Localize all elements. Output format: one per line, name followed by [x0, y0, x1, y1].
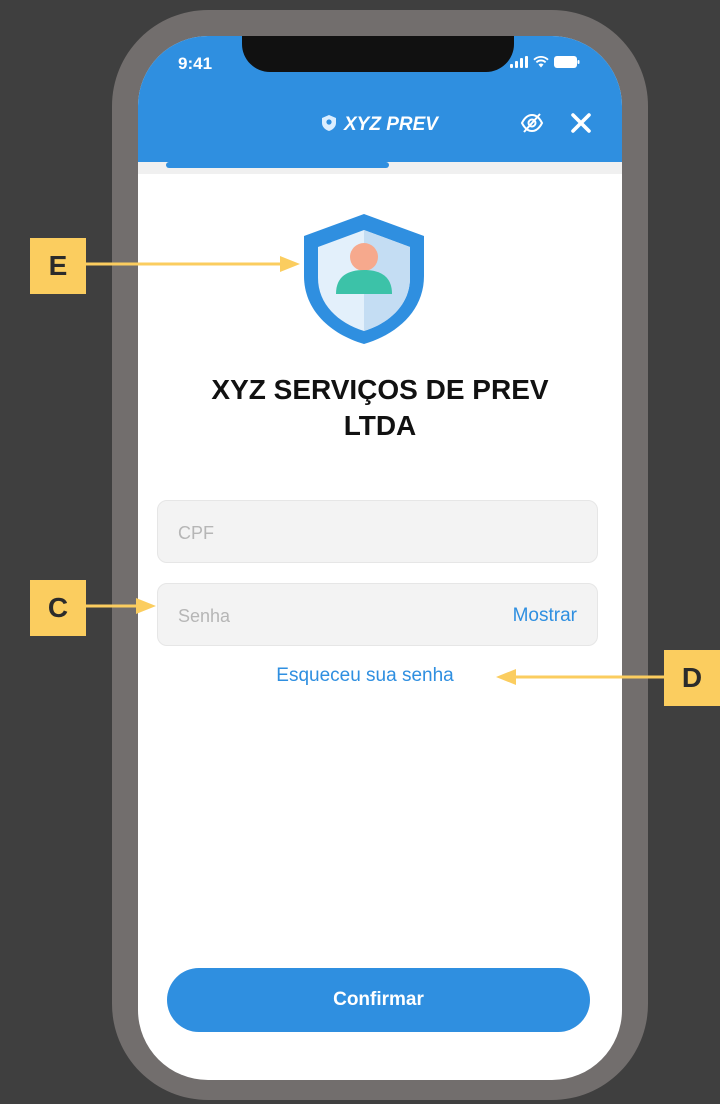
callout-tag-e: E [30, 238, 86, 294]
callout-tag-c: C [30, 580, 86, 636]
callout-arrows [86, 256, 664, 685]
callout-tag-d: D [664, 650, 720, 706]
